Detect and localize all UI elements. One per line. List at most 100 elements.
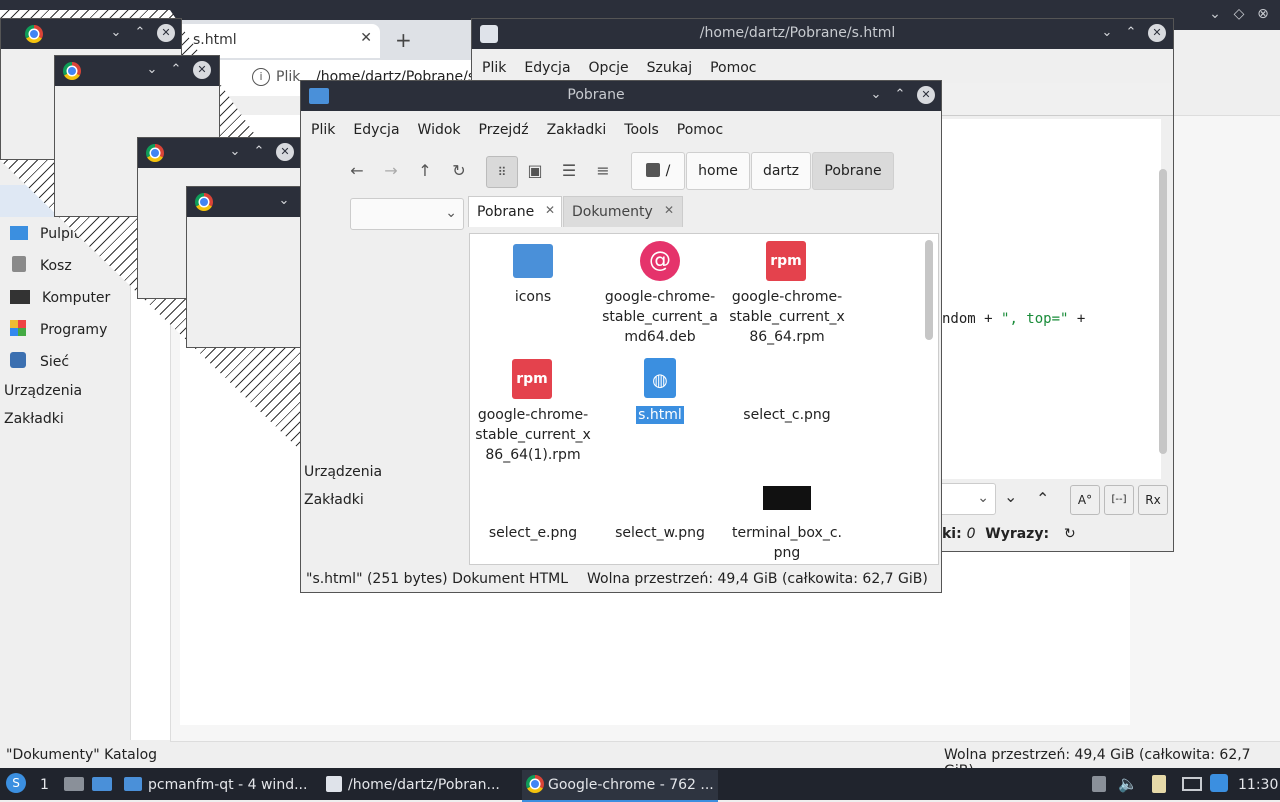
tray-network-icon[interactable] — [1182, 777, 1202, 791]
file-area[interactable] — [469, 233, 939, 565]
tab-pobrane[interactable]: Pobrane ✕ — [468, 196, 562, 227]
up-icon[interactable]: ↑ — [410, 156, 440, 186]
start-menu-icon[interactable]: S — [6, 773, 26, 793]
editor-scrollbar[interactable] — [1159, 169, 1167, 454]
file-item-terminal-box[interactable]: terminal_box_c. png — [724, 523, 850, 563]
chevron-down-icon[interactable]: ⌄ — [226, 143, 244, 161]
menu-tools[interactable]: Tools — [624, 122, 659, 138]
taskbar-item-chrome[interactable]: Google-chrome - 762 ... — [522, 770, 718, 802]
file-manager-launcher-icon[interactable] — [92, 777, 112, 791]
regex-button[interactable]: Rx — [1138, 485, 1168, 515]
chevron-up-icon[interactable]: ⌃ — [131, 24, 149, 42]
file-item-select-e[interactable]: select_e.png — [470, 523, 596, 543]
rpm-icon: rpm — [766, 241, 806, 281]
menu-pomoc[interactable]: Pomoc — [677, 122, 723, 138]
menu-plik[interactable]: Plik — [311, 122, 335, 138]
menu-edycja[interactable]: Edycja — [353, 122, 399, 138]
close-icon[interactable]: ✕ — [1148, 24, 1166, 42]
new-tab-button[interactable]: + — [395, 28, 412, 52]
bg-sidebar-item-kosz[interactable]: Kosz — [10, 250, 72, 282]
menu-plik[interactable]: Plik — [482, 60, 506, 76]
chevron-down-icon[interactable]: ⌄ — [107, 24, 125, 42]
chevron-up-icon[interactable]: ⌃ — [1122, 24, 1140, 42]
fm-title: Pobrane — [567, 87, 625, 103]
file-area-scrollbar[interactable] — [925, 240, 933, 340]
chevron-down-icon: ⌄ — [445, 205, 457, 221]
menu-zakladki[interactable]: Zakładki — [547, 122, 607, 138]
show-desktop-icon[interactable] — [64, 777, 84, 791]
chevron-down-icon[interactable]: ⌄ — [1098, 24, 1116, 42]
file-item-select-w[interactable]: select_w.png — [597, 523, 723, 543]
top-bar-maximize-icon[interactable]: ◇ — [1230, 6, 1248, 22]
close-icon[interactable]: ✕ — [276, 143, 294, 161]
top-bar-close-icon[interactable]: ⊗ — [1254, 6, 1272, 22]
file-item-icons[interactable]: icons — [470, 287, 596, 307]
breadcrumb-pobrane[interactable]: Pobrane — [812, 152, 894, 190]
chevron-up-icon[interactable]: ⌃ — [891, 86, 909, 104]
file-item-select-c[interactable]: select_c.png — [724, 405, 850, 425]
tab-close-icon[interactable]: ✕ — [545, 203, 555, 217]
editor-app-icon — [480, 25, 498, 43]
back-icon[interactable]: ← — [342, 156, 372, 186]
chevron-down-icon[interactable]: ⌄ — [275, 192, 293, 210]
whole-word-button[interactable]: [--] — [1104, 485, 1134, 515]
menu-widok[interactable]: Widok — [418, 122, 461, 138]
editor-code-line: ndom + ", top=" + — [942, 311, 1086, 327]
find-prev-icon[interactable]: ⌃ — [1036, 489, 1049, 508]
compact-view-icon[interactable]: ☰ — [554, 156, 584, 186]
menu-pomoc[interactable]: Pomoc — [710, 60, 756, 76]
taskbar-item-editor[interactable]: /home/dartz/Pobran... — [326, 770, 516, 800]
tray-volume-icon[interactable]: 🔈 — [1118, 774, 1138, 793]
chrome-info-icon[interactable]: i — [252, 68, 270, 86]
breadcrumb-root[interactable]: / — [631, 152, 685, 190]
close-icon[interactable]: ✕ — [157, 24, 175, 42]
tray-clipboard-icon[interactable] — [1152, 775, 1166, 793]
menu-opcje[interactable]: Opcje — [589, 60, 629, 76]
refresh-icon[interactable]: ↻ — [1064, 526, 1076, 542]
fm-sidebar-dropdown[interactable]: ⌄ — [350, 198, 464, 230]
html-file-icon: ◍ — [644, 358, 676, 398]
bg-sidebar-item-siec[interactable]: Sieć — [10, 346, 69, 378]
apps-icon — [10, 320, 26, 336]
rpm-icon: rpm — [512, 359, 552, 399]
bg-sidebar-section-devices: Urządzenia — [4, 383, 83, 399]
bg-sidebar-item-komputer[interactable]: Komputer — [10, 282, 110, 314]
chevron-down-icon: ⌄ — [977, 490, 989, 506]
close-icon[interactable]: ✕ — [193, 61, 211, 79]
chevron-down-icon[interactable]: ⌄ — [143, 61, 161, 79]
reload-icon[interactable]: ↻ — [444, 156, 474, 186]
editor-app-icon — [326, 776, 342, 792]
file-item-chrome-rpm[interactable]: google-chrome-stable_current_x 86_64.rpm — [724, 287, 850, 347]
top-bar-chevron-icon[interactable]: ⌄ — [1206, 6, 1224, 22]
workspace-indicator[interactable]: 1 — [40, 770, 49, 800]
chevron-up-icon[interactable]: ⌃ — [167, 61, 185, 79]
close-icon[interactable]: ✕ — [917, 86, 935, 104]
breadcrumb-dartz[interactable]: dartz — [751, 152, 811, 190]
file-item-s-html[interactable]: s.html — [597, 405, 723, 425]
breadcrumb-home[interactable]: home — [686, 152, 750, 190]
menu-edycja[interactable]: Edycja — [524, 60, 570, 76]
editor-titlebar: /home/dartz/Pobrane/s.html ⌄ ⌃ ✕ — [472, 19, 1173, 49]
chrome-tab[interactable]: s.html ✕ — [175, 24, 380, 58]
tab-close-icon[interactable]: ✕ — [360, 30, 372, 46]
drive-icon — [645, 163, 660, 177]
tray-printer-icon[interactable] — [1092, 776, 1106, 792]
chevron-up-icon[interactable]: ⌃ — [250, 143, 268, 161]
forward-icon[interactable]: → — [376, 156, 406, 186]
thumbnail-view-icon[interactable]: ▣ — [520, 156, 550, 186]
chevron-down-icon[interactable]: ⌄ — [867, 86, 885, 104]
icon-view-icon[interactable]: ⠿ — [486, 156, 518, 188]
file-item-chrome-deb[interactable]: google-chrome-stable_current_a md64.deb — [597, 287, 723, 347]
match-case-button[interactable]: A° — [1070, 485, 1100, 515]
detail-view-icon[interactable]: ≡ — [588, 156, 618, 186]
bg-sidebar-item-programy[interactable]: Programy — [10, 314, 107, 346]
tray-update-icon[interactable] — [1210, 774, 1228, 792]
find-next-icon[interactable]: ⌄ — [1004, 487, 1017, 506]
tab-close-icon[interactable]: ✕ — [664, 203, 674, 217]
tab-dokumenty[interactable]: Dokumenty ✕ — [563, 196, 683, 227]
menu-szukaj[interactable]: Szukaj — [647, 60, 692, 76]
taskbar-item-pcmanfm[interactable]: pcmanfm-qt - 4 wind... — [124, 770, 314, 800]
file-item-chrome-rpm-1[interactable]: google-chrome-stable_current_x 86_64(1).r… — [470, 405, 596, 465]
menu-przejdz[interactable]: Przejdź — [479, 122, 529, 138]
fm-menubar: Plik Edycja Widok Przejdź Zakładki Tools Pomoc — [311, 116, 741, 144]
